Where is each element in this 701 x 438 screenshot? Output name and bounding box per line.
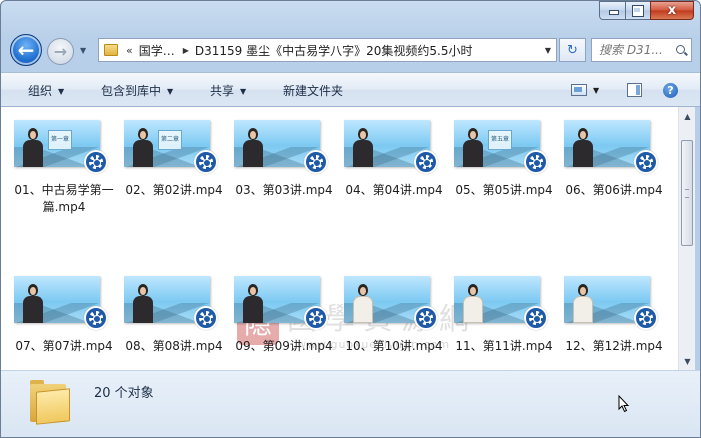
file-name[interactable]: 02、第02讲.mp4 xyxy=(122,182,226,199)
media-player-icon xyxy=(304,306,328,330)
arrow-left-icon: ← xyxy=(17,38,35,62)
folder-icon xyxy=(30,380,72,425)
refresh-button[interactable]: ↻ xyxy=(559,38,586,62)
item-count: 20 个对象 xyxy=(94,386,154,401)
scroll-up-icon[interactable]: ▲ xyxy=(680,108,695,124)
breadcrumb-separator-icon[interactable]: ▶ xyxy=(183,46,189,55)
mouse-cursor-icon xyxy=(618,395,630,413)
file-name[interactable]: 10、第10讲.mp4 xyxy=(342,338,446,355)
preview-pane-icon xyxy=(627,83,642,97)
forward-button[interactable]: → xyxy=(47,38,74,65)
file-name[interactable]: 03、第03讲.mp4 xyxy=(232,182,336,199)
maximize-button[interactable] xyxy=(625,1,650,20)
organize-menu[interactable]: 组织 ▼ xyxy=(28,82,64,99)
scroll-down-icon[interactable]: ▼ xyxy=(680,353,695,369)
folder-icon xyxy=(104,44,118,56)
file-name[interactable]: 05、第05讲.mp4 xyxy=(452,182,556,199)
file-name[interactable]: 07、第07讲.mp4 xyxy=(12,338,116,355)
media-player-icon xyxy=(524,150,548,174)
help-icon: ? xyxy=(663,82,678,98)
file-name[interactable]: 01、中古易学第一篇.mp4 xyxy=(12,182,116,216)
chevron-down-icon: ▼ xyxy=(58,87,65,96)
help-button[interactable]: ? xyxy=(663,81,678,99)
file-name[interactable]: 09、第09讲.mp4 xyxy=(232,338,336,355)
refresh-icon: ↻ xyxy=(567,42,578,58)
include-in-library-menu[interactable]: 包含到库中 ▼ xyxy=(101,82,173,99)
chevron-down-icon: ▼ xyxy=(167,87,174,96)
media-player-icon xyxy=(414,150,438,174)
media-player-icon xyxy=(414,306,438,330)
address-dropdown-icon[interactable]: ▼ xyxy=(545,46,551,55)
new-folder-label: 新建文件夹 xyxy=(283,84,344,98)
scrollbar-thumb[interactable] xyxy=(681,140,693,246)
media-player-icon xyxy=(634,306,658,330)
new-folder-button[interactable]: 新建文件夹 xyxy=(283,82,343,99)
recent-pages-dropdown[interactable]: ▼ xyxy=(80,46,90,56)
preview-pane-button[interactable] xyxy=(627,81,642,99)
search-input[interactable] xyxy=(599,43,673,57)
organize-label: 组织 xyxy=(28,84,53,98)
vertical-scrollbar[interactable]: ▲ ▼ xyxy=(678,107,695,370)
minimize-button[interactable] xyxy=(599,1,625,20)
change-view-button[interactable]: ▼ xyxy=(571,81,599,99)
search-icon[interactable] xyxy=(676,44,687,56)
include-library-label: 包含到库中 xyxy=(101,84,162,98)
thumbnail-board-text: 第二章 xyxy=(158,130,182,150)
file-name[interactable]: 12、第12讲.mp4 xyxy=(562,338,666,355)
thumbnail-board-text: 第一章 xyxy=(48,130,72,150)
media-player-icon xyxy=(524,306,548,330)
details-pane: 20 个对象 xyxy=(1,370,700,437)
thumbnail-board-text: 第五章 xyxy=(488,130,512,150)
caption-buttons: x xyxy=(599,1,694,20)
chevron-down-icon: ▼ xyxy=(240,87,247,96)
search-box[interactable] xyxy=(591,38,692,62)
file-name[interactable]: 11、第11讲.mp4 xyxy=(452,338,556,355)
minimize-icon xyxy=(608,6,619,16)
explorer-window: x ← → ▼ « 国学… ▶ D31159 墨尘《中古易学八字》20集视频约5… xyxy=(0,0,701,438)
breadcrumb-item-guoxue[interactable]: 国学… xyxy=(139,42,175,59)
address-bar[interactable]: « 国学… ▶ D31159 墨尘《中古易学八字》20集视频约5.5小时 ▼ xyxy=(98,38,557,62)
media-player-icon xyxy=(194,306,218,330)
share-menu[interactable]: 共享 ▼ xyxy=(210,82,246,99)
file-name[interactable]: 08、第08讲.mp4 xyxy=(122,338,226,355)
media-player-icon xyxy=(304,150,328,174)
file-name[interactable]: 04、第04讲.mp4 xyxy=(342,182,446,199)
close-icon: x xyxy=(667,2,677,18)
media-player-icon xyxy=(634,150,658,174)
back-button[interactable]: ← xyxy=(10,34,42,66)
view-icon xyxy=(571,84,587,96)
share-label: 共享 xyxy=(210,84,235,98)
media-player-icon xyxy=(194,150,218,174)
command-bar: 组织 ▼ 包含到库中 ▼ 共享 ▼ 新建文件夹 ▼ ? xyxy=(1,72,700,107)
media-player-icon xyxy=(84,150,108,174)
breadcrumb-item-current[interactable]: D31159 墨尘《中古易学八字》20集视频约5.5小时 xyxy=(195,42,473,59)
file-list-pane[interactable]: 隐 國學資源網 www.guoxueziyuan.com 第一章01、中古易学第… xyxy=(1,107,678,370)
media-player-icon xyxy=(84,306,108,330)
maximize-icon xyxy=(632,4,644,17)
breadcrumb-overflow[interactable]: « xyxy=(126,44,133,57)
chevron-down-icon[interactable]: ▼ xyxy=(593,86,599,95)
arrow-right-icon: → xyxy=(53,42,68,61)
file-name[interactable]: 06、第06讲.mp4 xyxy=(562,182,666,199)
close-button[interactable]: x xyxy=(650,1,694,20)
